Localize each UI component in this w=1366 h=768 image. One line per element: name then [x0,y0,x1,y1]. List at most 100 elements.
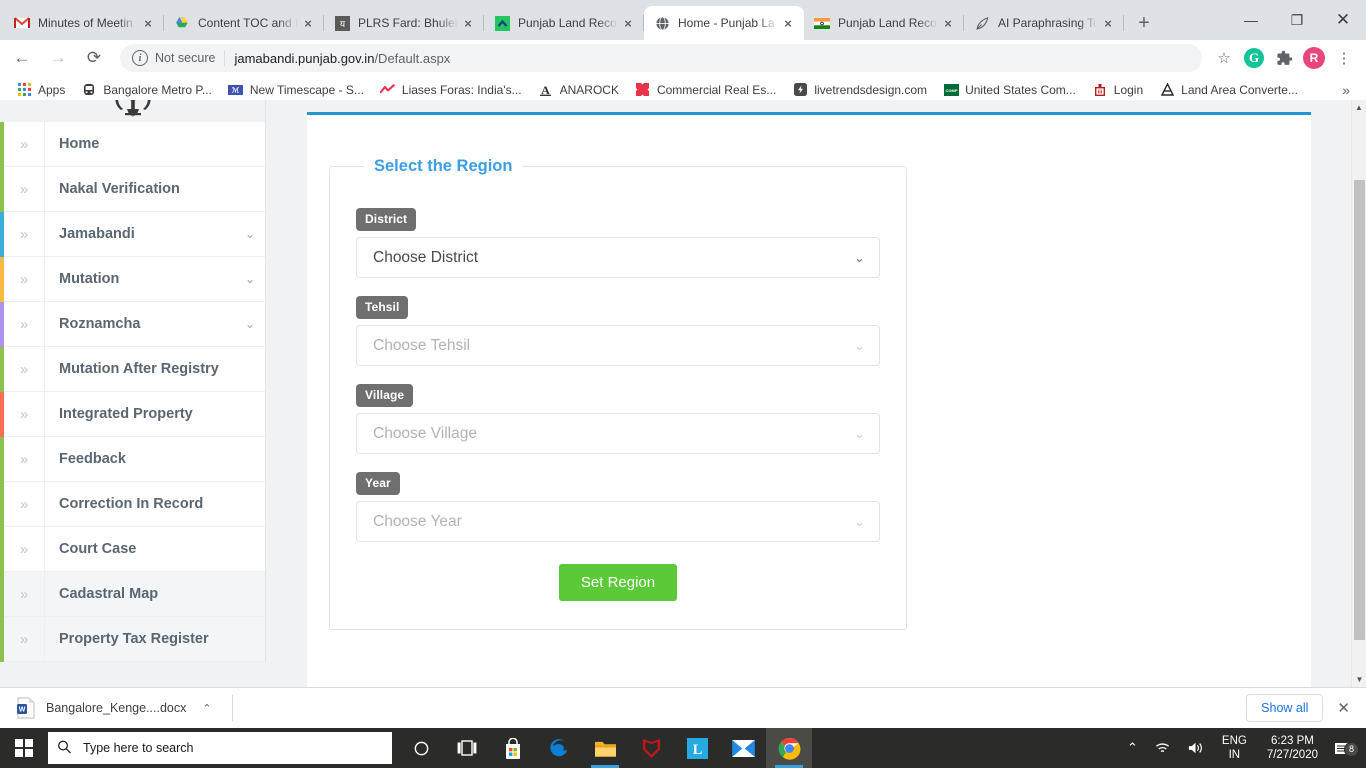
grammarly-extension-icon[interactable]: G [1240,44,1268,72]
quill-icon [974,15,990,31]
forward-button[interactable]: → [44,44,72,72]
start-button[interactable] [0,728,48,768]
download-item[interactable]: W Bangalore_Kenge....docx ⌃ [10,693,218,723]
language-indicator[interactable]: ENG IN [1212,734,1257,762]
mcafee-icon[interactable] [628,728,674,768]
notification-count-badge: 8 [1344,741,1359,757]
sidebar-item-integrated-property[interactable]: » Integrated Property [0,391,265,437]
bookmark-item[interactable]: A ANAROCK [530,79,627,101]
sidebar-item-nakal-verification[interactable]: » Nakal Verification [0,166,265,212]
svg-text:COMP: COMP [945,88,957,93]
year-select[interactable]: Choose Year ⌄ [356,501,880,542]
download-menu-caret-icon[interactable]: ⌃ [202,702,211,715]
bookmark-label: United States Com... [965,82,1076,97]
system-tray: ⌃ ENG IN 6:23 PM 7/27/2020 8 [1119,728,1366,768]
bookmark-item[interactable]: ℳ New Timescape - S... [220,79,372,101]
village-select[interactable]: Choose Village ⌄ [356,413,880,454]
tab-close-icon[interactable]: × [140,15,156,31]
tehsil-select[interactable]: Choose Tehsil ⌄ [356,325,880,366]
sidebar-item-property-tax-register[interactable]: » Property Tax Register [0,616,265,662]
sidebar-item-feedback[interactable]: » Feedback [0,436,265,482]
scrollbar-thumb[interactable] [1354,180,1365,640]
bookmark-item[interactable]: Liases Foras: India's... [372,79,530,101]
reload-button[interactable]: ⟳ [80,44,108,72]
bookmarks-overflow-icon[interactable]: » [1334,82,1358,98]
tab-close-icon[interactable]: × [940,15,956,31]
tab-close-icon[interactable]: × [1100,15,1116,31]
chevron-down-icon[interactable]: ⌄ [235,272,265,286]
cortana-icon[interactable] [398,728,444,768]
select-region-legend: Select the Region [374,157,513,175]
browser-tab[interactable]: Punjab Land Recor × [804,6,964,40]
mail-icon[interactable] [720,728,766,768]
district-select[interactable]: Choose District ⌄ [356,237,880,278]
chrome-browser-window: Minutes of Meetin × Content TOC and F × य PLR… [0,0,1366,768]
extensions-puzzle-icon[interactable] [1270,44,1298,72]
liases-icon [380,82,396,98]
maximize-button[interactable]: ❐ [1274,4,1320,36]
browser-tab[interactable]: Punjab Land Reco × [484,6,644,40]
bookmark-item[interactable]: COMP United States Com... [935,79,1084,101]
chrome-icon[interactable] [766,728,812,768]
minimize-button[interactable]: — [1228,4,1274,36]
browser-tab[interactable]: Minutes of Meetin × [4,6,164,40]
clock[interactable]: 6:23 PM 7/27/2020 [1257,734,1328,762]
show-all-downloads-button[interactable]: Show all [1246,694,1324,722]
sidebar-item-home[interactable]: » Home [0,121,265,167]
windows-taskbar: Type here to search L ⌃ ENG IN 6:23 PM 7… [0,728,1366,768]
selected-value: Choose District [373,248,479,266]
sidebar-item-correction-in-record[interactable]: » Correction In Record [0,481,265,527]
tray-overflow-icon[interactable]: ⌃ [1119,740,1146,756]
browser-tab[interactable]: AI Paraphrasing To × [964,6,1124,40]
tab-close-icon[interactable]: × [300,15,316,31]
wifi-icon[interactable] [1146,741,1179,755]
browser-tab[interactable]: Home - Punjab La × [644,6,804,40]
profile-avatar[interactable]: R [1300,44,1328,72]
microsoft-store-icon[interactable] [490,728,536,768]
field-tehsil: Tehsil Choose Tehsil ⌄ [356,296,880,366]
set-region-button[interactable]: Set Region [558,564,678,601]
lumion-icon[interactable]: L [674,728,720,768]
sidebar-item-mutation[interactable]: » Mutation ⌄ [0,256,265,302]
sidebar-item-mutation-after-registry[interactable]: » Mutation After Registry [0,346,265,392]
site-info-icon[interactable]: i [132,50,148,66]
scroll-down-arrow[interactable]: ▼ [1352,672,1366,687]
sidebar-item-jamabandi[interactable]: » Jamabandi ⌄ [0,211,265,257]
browser-tab[interactable]: Content TOC and F × [164,6,324,40]
address-bar[interactable]: i Not secure jamabandi.punjab.gov.in/Def… [120,44,1202,72]
tab-close-icon[interactable]: × [460,15,476,31]
chrome-menu-button[interactable]: ⋮ [1330,44,1358,72]
notifications-icon[interactable]: 8 [1328,741,1362,757]
close-shelf-button[interactable]: ✕ [1337,699,1350,717]
close-window-button[interactable]: ✕ [1320,4,1366,36]
new-tab-button[interactable]: + [1130,9,1158,37]
globe-icon [654,15,670,31]
bookmark-star-icon[interactable]: ☆ [1210,44,1238,72]
tab-close-icon[interactable]: × [620,15,636,31]
bookmark-item[interactable]: iii Login [1084,79,1151,101]
bookmark-item[interactable]: livetrendsdesign.com [784,79,935,101]
file-explorer-icon[interactable] [582,728,628,768]
bookmark-label: ANAROCK [559,82,619,97]
omnibox-divider [224,50,226,66]
bookmark-item[interactable]: Apps [8,79,73,101]
sidebar-item-roznamcha[interactable]: » Roznamcha ⌄ [0,301,265,347]
volume-icon[interactable] [1179,741,1212,755]
chevron-down-icon[interactable]: ⌄ [235,317,265,331]
browser-tab[interactable]: य PLRS Fard: Bhulekh × [324,6,484,40]
tab-close-icon[interactable]: × [780,15,796,31]
timescape-icon: ℳ [228,82,244,98]
edge-icon[interactable] [536,728,582,768]
back-button[interactable]: ← [8,44,36,72]
bookmark-item[interactable]: Bangalore Metro P... [73,79,220,101]
double-chevron-right-icon: » [19,360,29,378]
bookmark-item[interactable]: Commercial Real Es... [627,79,784,101]
chevron-down-icon[interactable]: ⌄ [235,227,265,241]
sidebar-item-cadastral-map[interactable]: » Cadastral Map [0,571,265,617]
scroll-up-arrow[interactable]: ▲ [1352,100,1366,115]
sidebar-item-court-case[interactable]: » Court Case [0,526,265,572]
task-view-icon[interactable] [444,728,490,768]
taskbar-search-box[interactable]: Type here to search [48,732,392,764]
bookmark-item[interactable]: Land Area Converte... [1151,79,1306,101]
page-scrollbar[interactable]: ▲ ▼ [1351,100,1366,687]
